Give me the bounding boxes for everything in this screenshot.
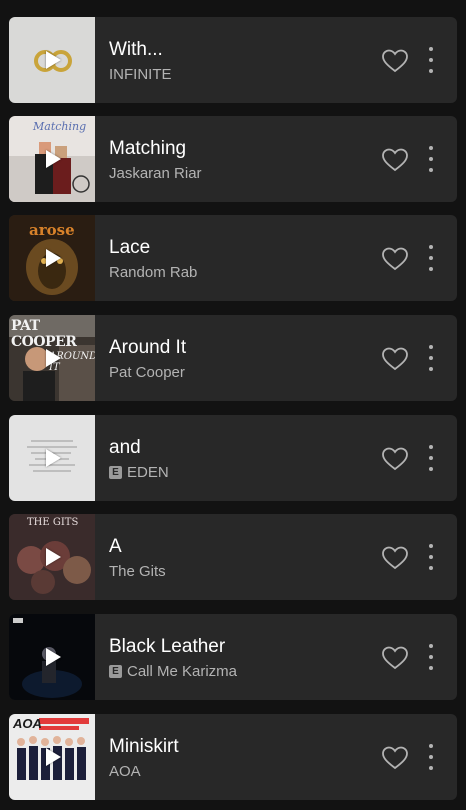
track-title: Around It: [109, 337, 187, 358]
more-options-icon[interactable]: [427, 544, 435, 570]
track-artist: Random Rab: [109, 264, 197, 281]
artist-name: Call Me Karizma: [127, 663, 238, 680]
play-icon[interactable]: [46, 150, 61, 168]
track-artist: Pat Cooper: [109, 364, 185, 381]
more-options-icon[interactable]: [427, 644, 435, 670]
artist-name: AOA: [109, 763, 141, 780]
heart-icon[interactable]: [381, 346, 409, 372]
track-title: Black Leather: [109, 636, 226, 657]
heart-icon[interactable]: [381, 246, 409, 272]
track-artist: AOA: [109, 763, 141, 780]
album-art[interactable]: [9, 614, 95, 700]
artist-name: Pat Cooper: [109, 364, 185, 381]
heart-icon[interactable]: [381, 745, 409, 771]
album-art[interactable]: Matching: [9, 116, 95, 202]
art-caption: AOA: [13, 716, 42, 731]
track-row[interactable]: arose Lace Random Rab: [9, 215, 457, 301]
heart-icon[interactable]: [381, 446, 409, 472]
play-icon[interactable]: [46, 548, 61, 566]
album-art[interactable]: THE GITS: [9, 514, 95, 600]
track-title: Miniskirt: [109, 736, 179, 757]
art-caption: arose: [29, 221, 75, 239]
art-caption: THE GITS: [27, 517, 79, 528]
track-list: With... INFINITE Matching Matching Jaska…: [0, 0, 466, 810]
play-icon[interactable]: [46, 249, 61, 267]
track-row[interactable]: THE GITS A The Gits: [9, 514, 457, 600]
track-artist: Jaskaran Riar: [109, 165, 202, 182]
explicit-badge: E: [109, 466, 122, 479]
play-icon[interactable]: [46, 51, 61, 69]
more-options-icon[interactable]: [427, 47, 435, 73]
track-row[interactable]: PAT COOPER AROUND IT Around It Pat Coope…: [9, 315, 457, 401]
track-row[interactable]: Matching Matching Jaskaran Riar: [9, 116, 457, 202]
artist-name: INFINITE: [109, 66, 172, 83]
explicit-badge: E: [109, 665, 122, 678]
track-artist: E Call Me Karizma: [109, 663, 237, 680]
album-art[interactable]: AOA: [9, 714, 95, 800]
album-art[interactable]: arose: [9, 215, 95, 301]
heart-icon[interactable]: [381, 545, 409, 571]
more-options-icon[interactable]: [427, 245, 435, 271]
play-icon[interactable]: [46, 748, 61, 766]
album-art[interactable]: [9, 415, 95, 501]
heart-icon[interactable]: [381, 645, 409, 671]
more-options-icon[interactable]: [427, 445, 435, 471]
track-title: With...: [109, 39, 163, 60]
track-artist: INFINITE: [109, 66, 172, 83]
album-art[interactable]: [9, 17, 95, 103]
play-icon[interactable]: [46, 648, 61, 666]
artist-name: EDEN: [127, 464, 169, 481]
track-row[interactable]: With... INFINITE: [9, 17, 457, 103]
track-title: Lace: [109, 237, 151, 258]
more-options-icon[interactable]: [427, 744, 435, 770]
track-title: and: [109, 437, 141, 458]
artist-name: Random Rab: [109, 264, 198, 281]
track-artist: E EDEN: [109, 464, 169, 481]
album-art[interactable]: PAT COOPER AROUND IT: [9, 315, 95, 401]
art-caption: Matching: [33, 120, 87, 133]
more-options-icon[interactable]: [427, 345, 435, 371]
play-icon[interactable]: [46, 349, 61, 367]
track-title: A: [109, 536, 122, 557]
track-row[interactable]: AOA Miniskirt AOA: [9, 714, 457, 800]
track-row[interactable]: Black Leather E Call Me Karizma: [9, 614, 457, 700]
heart-icon[interactable]: [381, 147, 409, 173]
artist-name: Jaskaran Riar: [109, 165, 202, 182]
track-title: Matching: [109, 138, 187, 159]
art-caption: PAT COOPER: [11, 318, 77, 350]
play-icon[interactable]: [46, 449, 61, 467]
track-artist: The Gits: [109, 563, 166, 580]
more-options-icon[interactable]: [427, 146, 435, 172]
track-row[interactable]: and E EDEN: [9, 415, 457, 501]
artist-name: The Gits: [109, 563, 166, 580]
heart-icon[interactable]: [381, 48, 409, 74]
